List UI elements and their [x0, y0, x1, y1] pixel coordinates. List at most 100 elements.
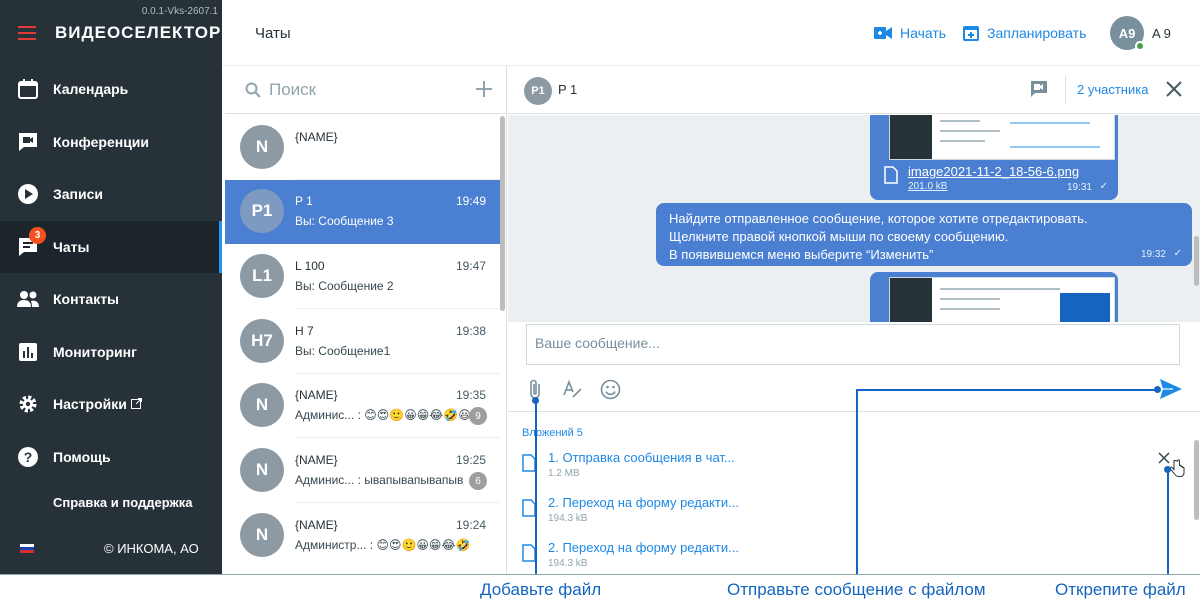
attachment-item[interactable]: 2. Переход на форму редакти... 194.3 kB	[522, 540, 1162, 576]
sidebar-item-label: Записи	[53, 186, 104, 202]
sidebar-item-monitoring[interactable]: Мониторинг	[0, 326, 222, 378]
chat-icon: 3	[17, 227, 46, 258]
image-preview[interactable]	[889, 277, 1115, 322]
close-icon[interactable]	[1165, 80, 1183, 98]
chat-name: L 100	[295, 259, 325, 273]
sidebar-item-calendar[interactable]: Календарь	[0, 63, 222, 115]
chat-list-item[interactable]: L1 L 100 19:47 Вы: Сообщение 2	[225, 245, 500, 309]
sidebar-item-label: Контакты	[53, 291, 120, 307]
chat-preview: Администр... : 😊😍🙂😀😁😂🤣😃😄😅😆😉	[295, 538, 470, 552]
file-icon	[522, 544, 536, 562]
message-input[interactable]	[535, 335, 1135, 351]
sidebar-item-settings[interactable]: Настройки	[0, 378, 222, 430]
divider	[0, 574, 1200, 575]
chat-name: {NAME}	[295, 388, 338, 402]
conference-icon	[17, 131, 39, 153]
attachments-panel: Вложений 5 1. Отправка сообщения в чат..…	[508, 411, 1200, 574]
chat-preview: Вы: Сообщение 2	[295, 279, 394, 293]
avatar: N	[240, 513, 284, 557]
top-bar: Чаты Начать Запланировать A9 A 9	[222, 0, 1200, 66]
message-scrollbar[interactable]	[1194, 236, 1199, 286]
chat-preview: Админис... : ывапывапывапыв	[295, 473, 464, 487]
search-input[interactable]	[269, 79, 449, 101]
chat-time: 19:35	[455, 388, 486, 402]
chart-icon	[17, 341, 39, 363]
avatar: N	[240, 125, 284, 169]
attachment-item[interactable]: 1. Отправка сообщения в чат... 1.2 MB	[522, 450, 1170, 486]
image-file[interactable]: image2021-11-2_18-56-6.png 201.0 kB	[884, 164, 1079, 192]
unread-count-badge: 9	[469, 407, 487, 425]
send-icon[interactable]	[1159, 378, 1183, 400]
text-format-button[interactable]	[561, 378, 583, 400]
chat-list-item[interactable]: N {NAME} 19:25 Админис... : ывапывапывап…	[225, 439, 500, 503]
video-chat-icon[interactable]	[1030, 80, 1048, 98]
attachment-name[interactable]: 1. Отправка сообщения в чат...	[548, 450, 735, 465]
app-version: 0.0.1-Vks-2607.1	[141, 6, 218, 17]
sidebar-item-label: Чаты	[53, 239, 90, 255]
attachment-size: 1.2 MB	[548, 468, 580, 479]
file-name[interactable]: image2021-11-2_18-56-6.png	[908, 164, 1079, 179]
chat-name: {NAME}	[295, 130, 338, 144]
image-message[interactable]: image2021-11-2_18-56-6.png 201.0 kB 19:3…	[870, 115, 1118, 200]
avatar: P1	[524, 77, 552, 105]
sidebar-item-contacts[interactable]: Контакты	[0, 273, 222, 325]
chat-time: 19:38	[455, 324, 486, 338]
support-link[interactable]: Справка и поддержка	[53, 495, 192, 510]
chat-list-scrollbar[interactable]	[500, 116, 505, 311]
text-format-icon	[563, 379, 582, 398]
avatar: N	[240, 448, 284, 492]
user-avatar[interactable]: A9	[1110, 16, 1145, 51]
play-icon	[17, 183, 39, 205]
chat-time: 19:49	[455, 194, 486, 208]
attachment-name[interactable]: 2. Переход на форму редакти...	[548, 495, 739, 510]
chat-list-item[interactable]: N {NAME} 19:24 Администр... : 😊😍🙂😀😁😂🤣😃😄😅…	[225, 504, 500, 568]
online-status-icon	[1135, 41, 1145, 51]
message-line: Найдите отправленное сообщение, которое …	[669, 211, 1088, 226]
unread-count-badge: 6	[469, 472, 487, 490]
schedule-conference-button[interactable]: Запланировать	[963, 25, 1086, 41]
chat-list-item[interactable]: H7 H 7 19:38 Вы: Сообщение1	[225, 310, 500, 374]
chat-list-item[interactable]: P1 P 1 19:49 Вы: Сообщение 3	[225, 180, 500, 244]
attachment-item[interactable]: 2. Переход на форму редакти... 194.3 kB	[522, 495, 1162, 531]
annotation-detach-file: Открепите файл	[1055, 580, 1186, 599]
copyright: © ИНКОМА, АО	[104, 541, 199, 556]
gear-icon	[17, 393, 39, 415]
sidebar-item-conferences[interactable]: Конференции	[0, 116, 222, 168]
external-link-icon	[130, 398, 142, 409]
page-title: Чаты	[255, 25, 291, 42]
message-area: image2021-11-2_18-56-6.png 201.0 kB 19:3…	[508, 115, 1200, 322]
sidebar-item-records[interactable]: Записи	[0, 168, 222, 220]
add-chat-icon	[476, 81, 492, 97]
chat-time: 19:24	[455, 518, 486, 532]
chat-list-item[interactable]: N {NAME}	[225, 116, 500, 180]
video-camera-icon	[874, 27, 892, 39]
sidebar-item-chats[interactable]: 3 Чаты	[0, 221, 222, 273]
hand-cursor-icon	[1169, 459, 1185, 477]
conversation-name: P 1	[558, 82, 578, 97]
image-preview[interactable]	[889, 115, 1115, 160]
annotation-send-with-file: Отправьте сообщение с файлом	[727, 580, 986, 599]
sidebar-item-help[interactable]: ? Помощь	[0, 431, 222, 483]
text-message[interactable]: Найдите отправленное сообщение, которое …	[656, 203, 1192, 266]
unread-badge: 3	[29, 227, 46, 244]
attachment-name[interactable]: 2. Переход на форму редакти...	[548, 540, 739, 555]
help-icon: ?	[17, 446, 39, 468]
hamburger-menu-icon[interactable]	[18, 26, 36, 40]
image-message[interactable]	[870, 272, 1118, 322]
chat-list-item[interactable]: N {NAME} 19:35 Админис... : 😊😍🙂😀😁😂🤣😃😄😅😆😉…	[225, 374, 500, 438]
avatar: H7	[240, 319, 284, 363]
contacts-icon	[17, 288, 39, 310]
start-conference-button[interactable]: Начать	[874, 25, 946, 41]
chat-preview: Админис... : 😊😍🙂😀😁😂🤣😃😄😅😆😉	[295, 408, 470, 422]
chat-name: {NAME}	[295, 518, 338, 532]
user-name[interactable]: A 9	[1152, 26, 1171, 41]
attachments-scrollbar[interactable]	[1194, 440, 1199, 520]
emoji-button[interactable]	[599, 378, 621, 400]
calendar-add-icon	[963, 26, 979, 41]
russia-flag-icon[interactable]	[20, 544, 34, 553]
chat-time: 19:25	[455, 453, 486, 467]
app-root: 0.0.1-Vks-2607.1 ВИДЕОСЕЛЕКТОР Календарь…	[0, 0, 1200, 605]
avatar: L1	[240, 254, 284, 298]
chat-search	[225, 66, 506, 114]
members-link[interactable]: 2 участника	[1077, 82, 1148, 97]
